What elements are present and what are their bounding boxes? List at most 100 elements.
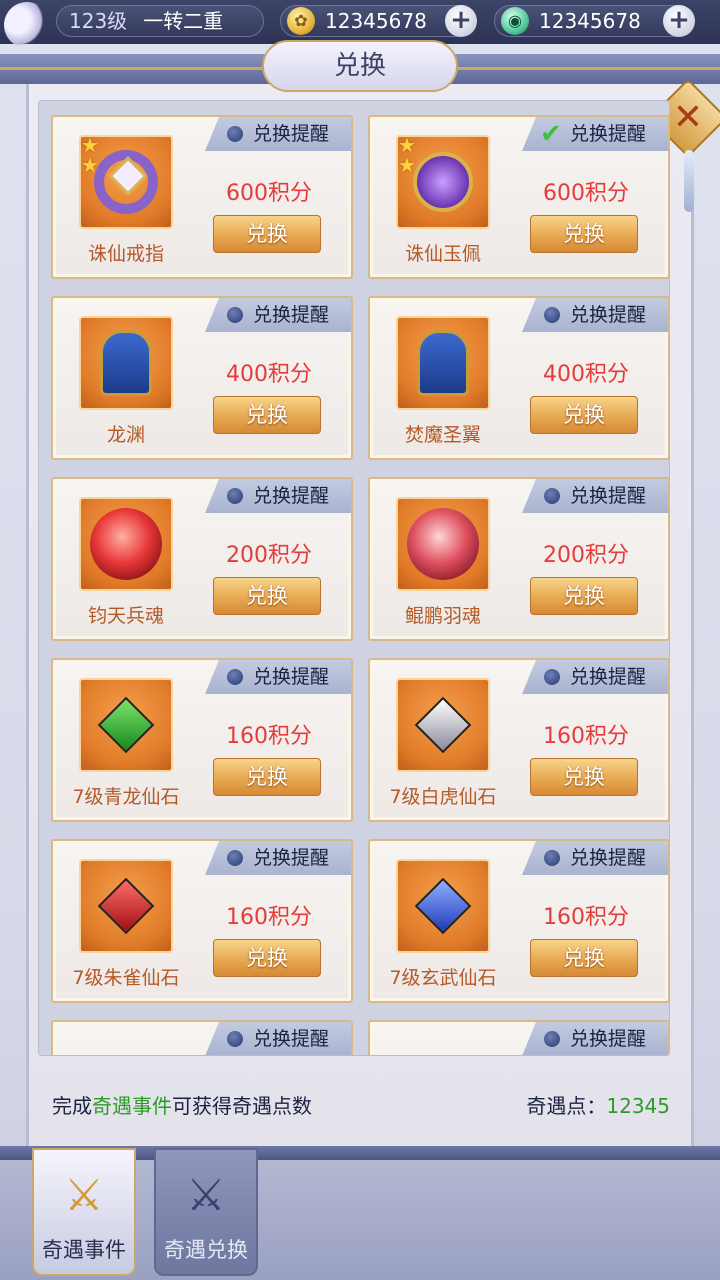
item-name: 焚魔圣翼	[404, 424, 481, 446]
jade-currency: ◉ 12345678 +	[494, 5, 695, 37]
radio-dot-icon	[227, 126, 243, 142]
green-gem-icon	[97, 696, 155, 754]
feather-soul-icon	[407, 508, 479, 580]
exchange-item-card: 兑换提醒焚魔圣翼 400积分兑换	[368, 296, 669, 460]
add-jade-button[interactable]: +	[663, 5, 695, 37]
item-price: 160积分	[226, 724, 312, 749]
exchange-button[interactable]: 兑换	[530, 758, 638, 796]
exchange-item-card: 兑换提醒 7级朱雀仙石 160积分 兑换	[51, 839, 353, 1003]
radio-dot-icon	[544, 488, 560, 504]
remind-label: 兑换提醒	[570, 304, 647, 326]
top-status-bar: 123级 一转二重 ✿ 12345678 + ◉ 12345678 +	[0, 0, 720, 48]
remind-toggle[interactable]: 兑换提醒	[205, 1022, 351, 1055]
exchange-button[interactable]: 兑换	[213, 215, 321, 253]
jade-pendant-icon	[413, 152, 473, 212]
radio-dot-icon	[544, 669, 560, 685]
remind-label: 兑换提醒	[253, 304, 330, 326]
add-gold-button[interactable]: +	[445, 5, 477, 37]
exchange-button[interactable]: 兑换	[213, 939, 321, 977]
hint-highlight: 奇遇事件	[92, 1094, 172, 1118]
radio-dot-icon	[544, 307, 560, 323]
exchange-button[interactable]: 兑换	[530, 939, 638, 977]
jade-amount: 12345678	[539, 9, 641, 33]
item-icon-frame[interactable]	[396, 678, 490, 772]
item-name: 龙渊	[106, 424, 145, 446]
item-price: 200积分	[543, 543, 629, 568]
item-icon-frame[interactable]	[79, 497, 173, 591]
item-price: 200积分	[226, 543, 312, 568]
points-display: 奇遇点：12345	[526, 1090, 670, 1119]
remind-toggle[interactable]: 兑换提醒	[522, 298, 668, 332]
gold-amount: 12345678	[325, 9, 427, 33]
exchange-button[interactable]: 兑换	[213, 577, 321, 615]
remind-toggle[interactable]: 兑换提醒	[205, 841, 351, 875]
crossed-swords-icon: ⚔	[64, 1170, 104, 1221]
points-label: 奇遇点：	[526, 1094, 607, 1118]
radio-dot-icon	[227, 850, 243, 866]
exchange-item-card: 兑换提醒	[368, 1020, 669, 1055]
exchange-button[interactable]: 兑换	[213, 758, 321, 796]
footer-hint: 完成奇遇事件可获得奇遇点数	[52, 1090, 312, 1119]
weapon-soul-icon	[90, 508, 162, 580]
exchange-item-card: 兑换提醒	[51, 1020, 353, 1055]
remind-label: 兑换提醒	[253, 847, 330, 869]
item-price: 160积分	[543, 905, 629, 930]
star-rating: ★ ★	[398, 135, 416, 175]
item-name: 诛仙戒指	[87, 243, 164, 265]
item-icon-frame[interactable]	[396, 497, 490, 591]
tab-adventure-events[interactable]: ⚔ 奇遇事件	[32, 1148, 136, 1276]
moon-icon	[4, 2, 50, 48]
tab-adventure-exchange[interactable]: ⚔ 奇遇兑换	[154, 1148, 258, 1276]
remind-label: 兑换提醒	[253, 1028, 330, 1050]
item-price: 400积分	[543, 362, 629, 387]
exchange-list[interactable]: 兑换提醒 ★ ★ 诛仙戒指 600积分 兑换 ✔ 兑换提醒 ★ ★ 诛仙玉佩 600积分 兑换 兑换提醒龙…	[38, 100, 670, 1056]
radio-dot-icon	[227, 488, 243, 504]
realm-text: 一转二重	[143, 9, 224, 33]
item-name: 7级朱雀仙石	[72, 967, 180, 989]
star-icon: ★	[81, 153, 99, 177]
item-icon-frame[interactable]	[396, 859, 490, 953]
radio-dot-icon	[544, 850, 560, 866]
item-name: 7级白虎仙石	[389, 786, 497, 808]
radio-dot-icon	[227, 669, 243, 685]
item-icon-frame[interactable]	[79, 316, 173, 410]
exchange-button[interactable]: 兑换	[530, 215, 638, 253]
remind-label: 兑换提醒	[253, 123, 330, 145]
item-icon-frame[interactable]	[79, 859, 173, 953]
item-price: 600积分	[543, 181, 629, 206]
remind-label: 兑换提醒	[570, 485, 647, 507]
exchange-item-card: 兑换提醒 7级玄武仙石 160积分 兑换	[368, 839, 669, 1003]
remind-toggle[interactable]: 兑换提醒	[205, 298, 351, 332]
remind-label: 兑换提醒	[570, 847, 647, 869]
bell-icon	[100, 330, 152, 396]
exchange-item-card: 兑换提醒鲲鹏羽魂 200积分兑换	[368, 477, 669, 641]
exchange-button[interactable]: 兑换	[213, 396, 321, 434]
item-icon-frame[interactable]	[79, 678, 173, 772]
exchange-item-card: 兑换提醒 ★ ★ 诛仙戒指 600积分 兑换	[51, 115, 353, 279]
radio-dot-icon	[227, 307, 243, 323]
exchange-button[interactable]: 兑换	[530, 396, 638, 434]
ring-icon	[94, 150, 158, 214]
remind-toggle[interactable]: 兑换提醒	[205, 117, 351, 151]
remind-toggle[interactable]: 兑换提醒	[522, 660, 668, 694]
remind-toggle[interactable]: 兑换提醒	[522, 1022, 668, 1055]
exchange-item-card: ✔ 兑换提醒 ★ ★ 诛仙玉佩 600积分兑换	[368, 115, 669, 279]
star-icon: ★	[81, 133, 99, 157]
exchange-button[interactable]: 兑换	[530, 577, 638, 615]
item-name: 鲲鹏羽魂	[404, 605, 481, 627]
remind-toggle[interactable]: 兑换提醒	[205, 660, 351, 694]
star-icon: ★	[398, 133, 416, 157]
bell-icon	[417, 330, 469, 396]
tassel-decoration	[684, 150, 694, 212]
jade-icon: ◉	[501, 7, 529, 35]
checkmark-icon: ✔	[540, 119, 562, 149]
gold-coin-icon: ✿	[287, 7, 315, 35]
remind-toggle[interactable]: 兑换提醒	[522, 841, 668, 875]
item-icon-frame[interactable]	[396, 316, 490, 410]
radio-dot-icon	[227, 1031, 243, 1047]
remind-toggle[interactable]: 兑换提醒	[522, 479, 668, 513]
remind-toggle[interactable]: 兑换提醒	[205, 479, 351, 513]
item-name: 诛仙玉佩	[404, 243, 481, 265]
remind-toggle[interactable]: ✔ 兑换提醒	[522, 117, 668, 151]
remind-label: 兑换提醒	[570, 1028, 647, 1050]
